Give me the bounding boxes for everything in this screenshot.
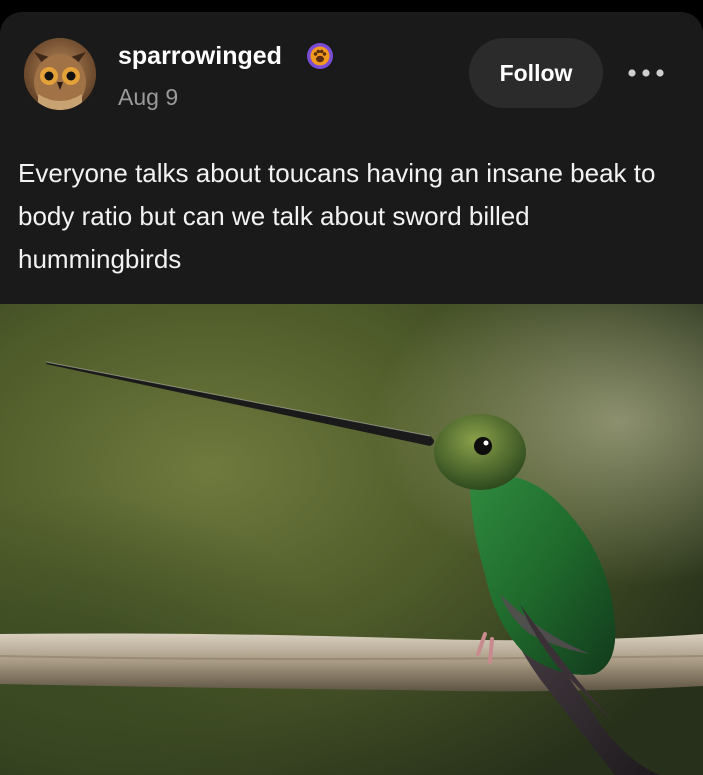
author-username[interactable]: sparrowinged	[118, 42, 282, 71]
author-avatar[interactable]	[24, 38, 96, 110]
post-header: sparrowinged Aug 9 Follow	[0, 12, 703, 132]
owl-avatar-icon	[24, 38, 96, 110]
more-options-icon[interactable]	[624, 56, 668, 90]
sword-billed-hummingbird-photo	[0, 304, 703, 775]
post-card: sparrowinged Aug 9 Follow Everyone talks…	[0, 12, 703, 775]
follow-button[interactable]: Follow	[469, 38, 603, 108]
post-image[interactable]	[0, 304, 703, 775]
paw-badge-icon[interactable]	[306, 42, 334, 70]
post-body-text: Everyone talks about toucans having an i…	[18, 158, 656, 274]
post-date: Aug 9	[118, 84, 179, 110]
